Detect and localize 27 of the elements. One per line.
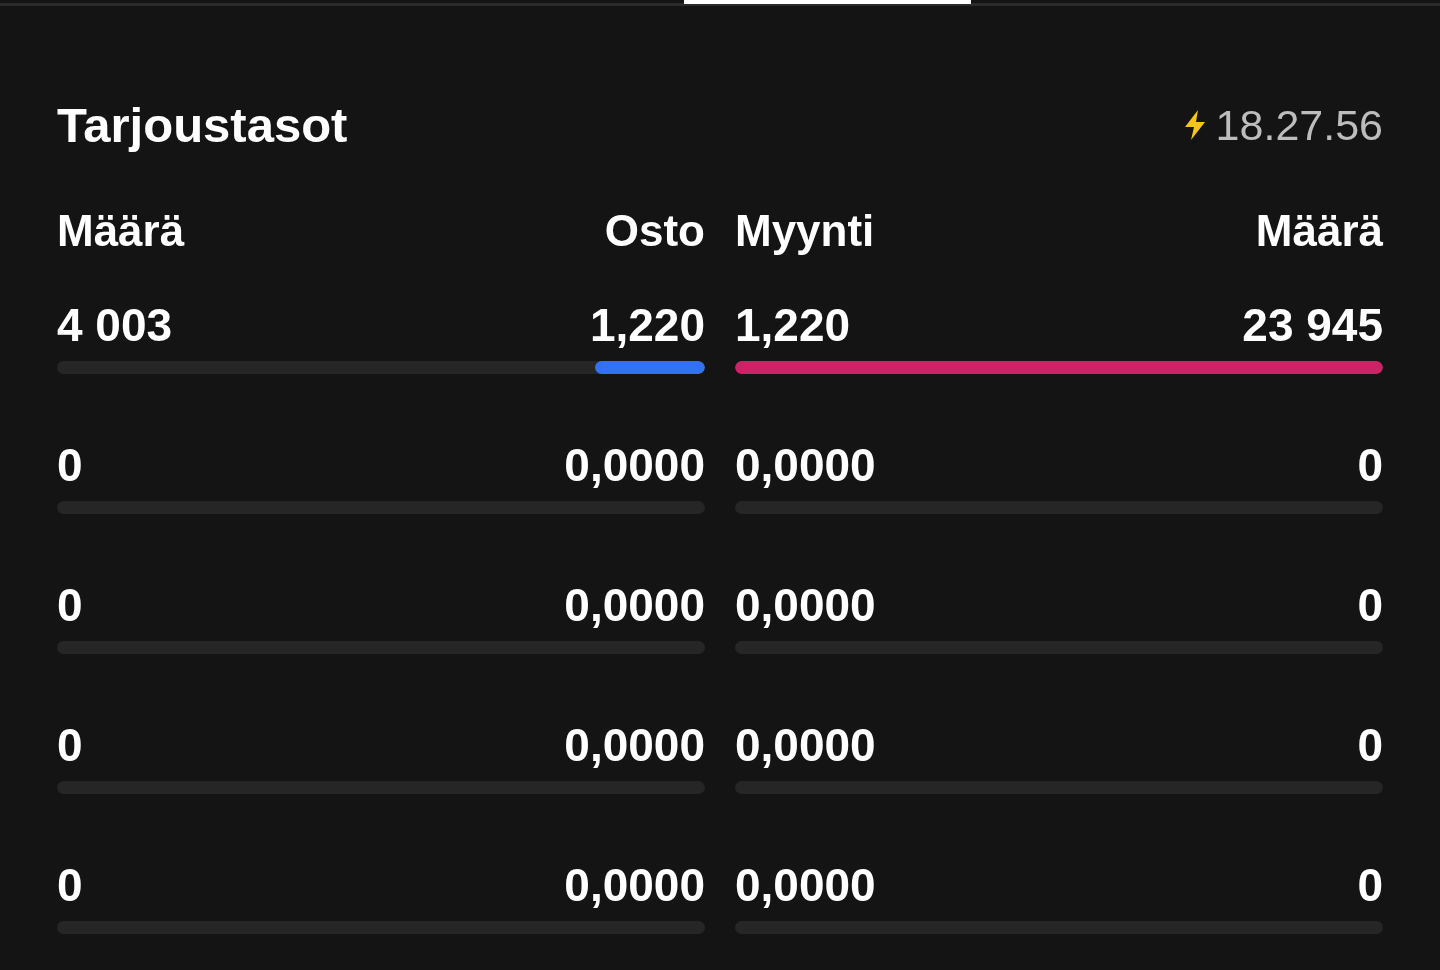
panel-title: Tarjoustasot <box>57 99 348 151</box>
price-value: 0,0000 <box>735 859 876 911</box>
quantity-value: 0 <box>57 439 83 491</box>
quantity-value: 0 <box>57 719 83 771</box>
price-value: 0,0000 <box>564 579 705 631</box>
price-value: 0,0000 <box>564 859 705 911</box>
column-header: Määrä <box>1255 205 1383 257</box>
price-value: 0,0000 <box>735 719 876 771</box>
quantity-value: 0 <box>57 579 83 631</box>
quantity-value: 0 <box>1357 579 1383 631</box>
lightning-icon <box>1182 110 1207 140</box>
quantity-value: 0 <box>1357 439 1383 491</box>
column-header: Määrä <box>57 205 185 257</box>
quantity-value: 0 <box>57 859 83 911</box>
price-value: 1,220 <box>589 299 705 351</box>
column-header: Myynti <box>735 205 875 257</box>
price-value: 0,0000 <box>735 579 876 631</box>
price-value: 0,0000 <box>564 719 705 771</box>
quantity-value: 0 <box>1357 719 1383 771</box>
quantity-value: 0 <box>1357 859 1383 911</box>
price-value: 1,220 <box>735 299 851 351</box>
quantity-value: 23 945 <box>1242 299 1383 351</box>
price-value: 0,0000 <box>735 439 876 491</box>
column-header: Osto <box>604 205 705 257</box>
quantity-value: 4 003 <box>57 299 173 351</box>
price-value: 0,0000 <box>564 439 705 491</box>
update-time: 18.27.56 <box>1215 100 1383 151</box>
